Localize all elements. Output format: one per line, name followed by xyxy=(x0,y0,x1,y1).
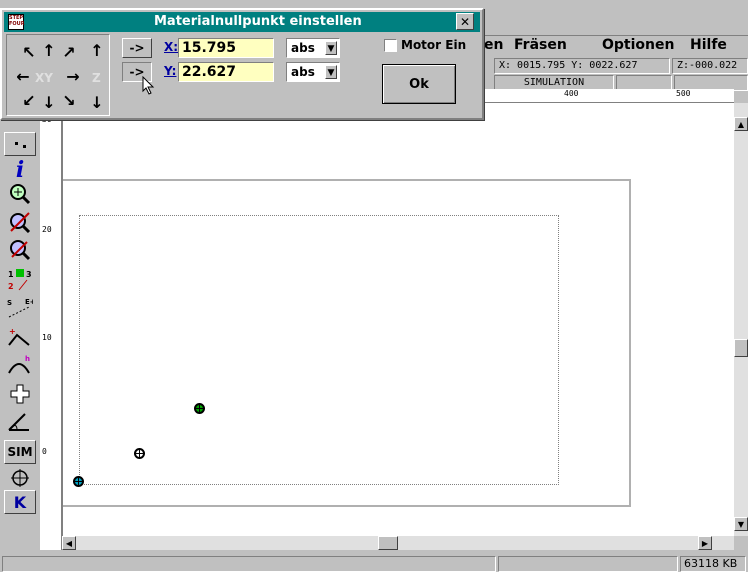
zoom-window-icon[interactable] xyxy=(4,210,36,234)
left-toolbar: i 1 3 2 S E+ + h SIM K xyxy=(2,118,40,550)
svg-text:3: 3 xyxy=(26,270,32,279)
arrow-down-icon[interactable]: ↓ xyxy=(41,95,57,111)
z-coordinate-readout: Z:-000.022 xyxy=(672,58,748,74)
material-zero-dialog: STEP FOUR Materialnullpunkt einstellen ✕… xyxy=(0,8,484,120)
z-axis-label: Z xyxy=(92,71,101,85)
small-point-icon[interactable] xyxy=(4,132,36,156)
y-mode-value: abs xyxy=(291,65,315,79)
dialog-titlebar[interactable]: STEP FOUR Materialnullpunkt einstellen ✕ xyxy=(4,12,480,32)
chevron-down-icon[interactable]: ▼ xyxy=(325,65,337,79)
arc-tool-icon[interactable]: h xyxy=(4,354,36,378)
svg-text:2: 2 xyxy=(8,282,14,291)
ruler-tick-label: 0 xyxy=(42,447,47,456)
y-value-field[interactable]: 22.627 xyxy=(178,62,274,82)
arrow-left-icon[interactable]: ← xyxy=(15,69,31,85)
arrow-right-icon[interactable]: → xyxy=(65,69,81,85)
horizontal-scroll-thumb[interactable] xyxy=(378,536,398,550)
arrow-down-left-icon[interactable]: ↙ xyxy=(21,93,37,109)
mouse-cursor-icon xyxy=(142,76,155,95)
menu-item-optionen[interactable]: Optionen xyxy=(602,37,674,53)
ruler-tick-label: 10 xyxy=(42,333,52,342)
step-four-app-icon[interactable]: STEP FOUR xyxy=(8,14,25,30)
y-label: Y: xyxy=(164,64,177,78)
y-mode-select[interactable]: abs ▼ xyxy=(286,62,340,82)
close-button[interactable]: ✕ xyxy=(456,13,474,30)
drawing-canvas[interactable] xyxy=(62,103,734,536)
svg-text:E+: E+ xyxy=(25,298,33,306)
crosshair-tool-icon[interactable] xyxy=(4,382,36,406)
xy-axis-label: XY xyxy=(35,71,53,85)
arrow-up-icon[interactable]: ↑ xyxy=(41,43,57,59)
scroll-right-button[interactable]: ▶ xyxy=(698,536,712,550)
scroll-up-button[interactable]: ▲ xyxy=(734,117,748,131)
svg-text:1: 1 xyxy=(8,270,14,279)
vertical-ruler: 30 20 10 0 xyxy=(40,116,62,550)
simulation-button[interactable]: SIM xyxy=(4,440,36,464)
menu-item-fraesen[interactable]: Fräsen xyxy=(514,37,567,53)
ruler-tick-label: 20 xyxy=(42,225,52,234)
zoom-fit-icon[interactable] xyxy=(4,238,36,262)
layer-numbers-icon[interactable]: 1 3 2 xyxy=(4,268,36,292)
zero-point-marker-green[interactable] xyxy=(194,403,205,414)
zero-point-marker[interactable] xyxy=(134,448,145,459)
xy-coordinate-readout: X: 0015.795 Y: 0022.627 xyxy=(494,58,670,74)
x-mode-select[interactable]: abs ▼ xyxy=(286,38,340,58)
status-bar: 63118 KB xyxy=(0,554,748,572)
scroll-down-button[interactable]: ▼ xyxy=(734,517,748,531)
svg-text:S: S xyxy=(7,299,12,307)
chevron-down-icon[interactable]: ▼ xyxy=(325,41,337,55)
vertical-scroll-thumb[interactable] xyxy=(734,339,748,357)
status-progress xyxy=(498,556,678,572)
svg-text:h: h xyxy=(25,355,30,363)
menubar: en Fräsen Optionen Hilfe xyxy=(484,36,748,56)
vertical-scrollbar[interactable]: ▲ ▼ xyxy=(734,103,748,536)
motor-checkbox[interactable] xyxy=(384,39,397,52)
x-label: X: xyxy=(164,40,179,54)
zero-point-icon[interactable] xyxy=(4,466,36,490)
memory-readout: 63118 KB xyxy=(680,556,746,572)
ruler-tick-label: 500 xyxy=(676,89,691,98)
angle-tool-icon[interactable] xyxy=(4,410,36,434)
origin-marker[interactable] xyxy=(73,476,84,487)
motor-label: Motor Ein xyxy=(401,38,467,52)
jog-arrow-pad: ↖ ↑ ↗ ↑ ← XY → Z ↙ ↓ ↘ ↓ xyxy=(6,34,110,116)
arrow-z-up-icon[interactable]: ↑ xyxy=(89,43,105,59)
k-button[interactable]: K xyxy=(4,490,36,514)
status-message xyxy=(2,556,496,572)
coordinate-bar: X: 0015.795 Y: 0022.627 Z:-000.022 SIMUL… xyxy=(484,56,748,91)
work-area-outline xyxy=(79,215,559,485)
arrow-z-down-icon[interactable]: ↓ xyxy=(89,95,105,111)
menu-item-hilfe[interactable]: Hilfe xyxy=(690,37,727,53)
ruler-tick-label: 400 xyxy=(564,89,579,98)
start-end-icon[interactable]: S E+ xyxy=(4,296,36,320)
horizontal-ruler: 400 500 xyxy=(484,89,734,103)
dialog-title: Materialnullpunkt einstellen xyxy=(154,14,362,29)
horizontal-scrollbar[interactable]: ◀ ▶ xyxy=(62,536,734,550)
svg-text:+: + xyxy=(9,327,16,336)
menu-item-truncated[interactable]: en xyxy=(484,37,503,53)
x-mode-value: abs xyxy=(291,41,315,55)
arrow-down-right-icon[interactable]: ↘ xyxy=(61,93,77,109)
x-value-field[interactable]: 15.795 xyxy=(178,38,274,58)
set-x-button[interactable]: -> xyxy=(122,38,152,58)
arrow-up-left-icon[interactable]: ↖ xyxy=(21,45,37,61)
line-tool-icon[interactable]: + xyxy=(4,326,36,350)
ok-button[interactable]: Ok xyxy=(382,64,456,104)
scroll-left-button[interactable]: ◀ xyxy=(62,536,76,550)
arrow-up-right-icon[interactable]: ↗ xyxy=(61,45,77,61)
zoom-in-icon[interactable] xyxy=(4,182,36,206)
info-icon[interactable]: i xyxy=(4,157,36,183)
